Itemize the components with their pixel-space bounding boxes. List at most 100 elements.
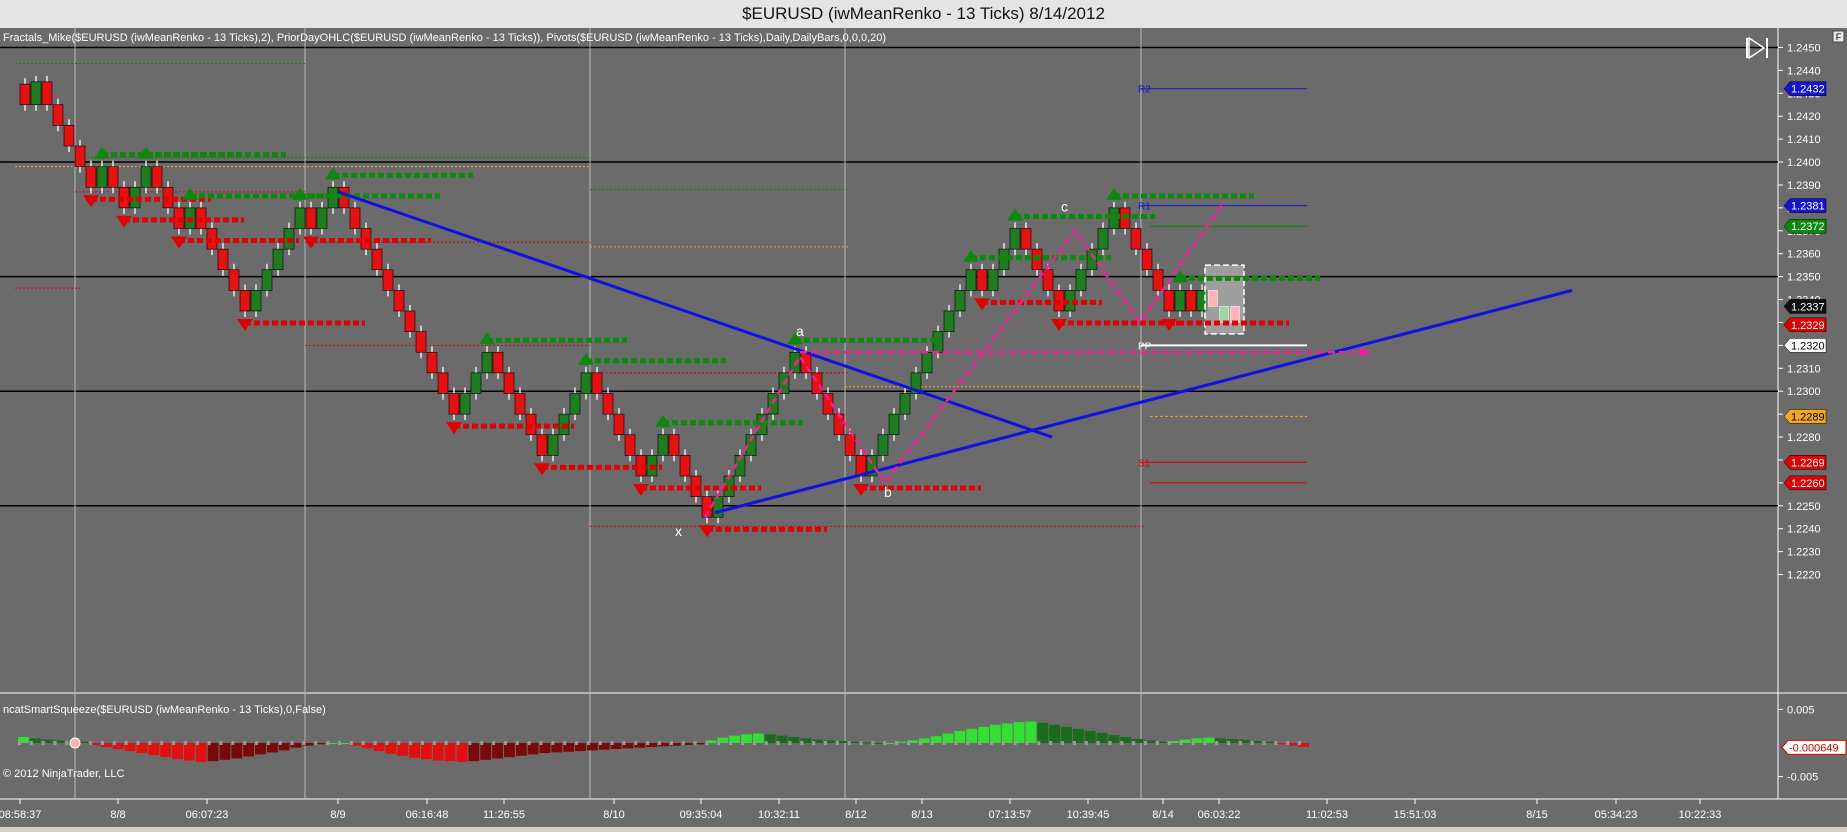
- renko-brick[interactable]: [459, 393, 471, 415]
- renko-brick[interactable]: [481, 351, 493, 374]
- renko-brick[interactable]: [536, 434, 548, 456]
- squeeze-bar: [989, 724, 1001, 743]
- renko-brick[interactable]: [514, 393, 526, 415]
- renko-brick[interactable]: [1130, 228, 1142, 250]
- renko-brick[interactable]: [976, 269, 988, 291]
- renko-brick[interactable]: [503, 372, 515, 394]
- renko-brick[interactable]: [877, 434, 889, 456]
- renko-brick[interactable]: [228, 269, 240, 291]
- squeeze-dot: [776, 741, 780, 745]
- squeeze-dot: [255, 741, 259, 745]
- time-tick-label: 8/15: [1526, 809, 1547, 821]
- price-marker-label: 1.2289: [1791, 411, 1825, 423]
- renko-brick[interactable]: [1097, 228, 1109, 250]
- squeeze-bar: [1025, 721, 1037, 743]
- renko-brick[interactable]: [305, 207, 317, 229]
- renko-brick[interactable]: [624, 434, 636, 456]
- squeeze-dot: [148, 741, 152, 745]
- renko-bricks[interactable]: [19, 75, 1245, 524]
- renko-brick[interactable]: [987, 269, 999, 291]
- renko-brick[interactable]: [602, 393, 614, 415]
- squeeze-dot: [53, 741, 57, 745]
- renko-brick[interactable]: [217, 248, 229, 271]
- renko-brick[interactable]: [569, 393, 581, 415]
- squeeze-bar: [409, 743, 421, 758]
- time-tick-label: 8/8: [110, 809, 125, 821]
- renko-brick[interactable]: [107, 166, 119, 188]
- renko-brick[interactable]: [151, 166, 163, 188]
- renko-brick[interactable]: [448, 393, 460, 415]
- renko-brick[interactable]: [1020, 228, 1032, 250]
- renko-brick[interactable]: [470, 372, 482, 394]
- time-tick-label: 11:26:55: [483, 809, 525, 821]
- renko-brick[interactable]: [668, 434, 680, 456]
- renko-brick[interactable]: [74, 145, 86, 167]
- price-marker-label: 1.2432: [1791, 84, 1825, 96]
- renko-brick[interactable]: [591, 372, 603, 394]
- properties-button[interactable]: F: [1832, 30, 1845, 43]
- renko-brick[interactable]: [899, 393, 911, 415]
- renko-brick[interactable]: [272, 248, 284, 271]
- renko-brick[interactable]: [63, 125, 75, 147]
- renko-brick[interactable]: [965, 269, 977, 291]
- renko-brick[interactable]: [1185, 290, 1197, 312]
- renko-brick[interactable]: [888, 413, 900, 436]
- renko-brick[interactable]: [41, 81, 53, 106]
- renko-brick[interactable]: [712, 496, 724, 518]
- squeeze-bar: [160, 743, 172, 758]
- squeeze-dot: [1061, 741, 1065, 745]
- renko-brick[interactable]: [954, 290, 966, 312]
- renko-brick[interactable]: [943, 310, 955, 332]
- renko-brick[interactable]: [1152, 269, 1164, 291]
- renko-brick[interactable]: [30, 81, 42, 106]
- renko-brick[interactable]: [140, 166, 152, 188]
- renko-brick[interactable]: [393, 290, 405, 312]
- squeeze-bar: [1061, 726, 1072, 743]
- renko-brick[interactable]: [239, 290, 251, 312]
- renko-brick[interactable]: [96, 166, 108, 188]
- renko-brick[interactable]: [1141, 248, 1153, 271]
- properties-button-label: F: [1836, 32, 1842, 42]
- renko-brick[interactable]: [1042, 269, 1054, 291]
- renko-brick[interactable]: [250, 290, 262, 312]
- renko-brick[interactable]: [349, 207, 361, 229]
- renko-brick[interactable]: [261, 269, 273, 291]
- renko-brick[interactable]: [657, 434, 669, 456]
- renko-brick[interactable]: [921, 351, 933, 374]
- renko-brick[interactable]: [19, 83, 31, 106]
- squeeze-dot: [717, 741, 721, 745]
- chart-area[interactable]: R2R1PPS1 xabc 1.24501.24401.24301.24201.…: [0, 28, 1847, 827]
- squeeze-dot: [646, 741, 650, 745]
- renko-brick[interactable]: [371, 248, 383, 271]
- renko-brick[interactable]: [547, 434, 559, 456]
- renko-brick[interactable]: [437, 372, 449, 394]
- price-tick-label: 1.2240: [1787, 524, 1821, 536]
- renko-brick[interactable]: [1163, 290, 1175, 312]
- price-marker-label: 1.2381: [1791, 201, 1825, 213]
- squeeze-dot: [492, 741, 496, 745]
- renko-brick[interactable]: [85, 166, 97, 188]
- squeeze-bar: [183, 743, 195, 761]
- renko-brick[interactable]: [1009, 228, 1021, 250]
- squeeze-dot: [302, 741, 306, 745]
- squeeze-dot: [1120, 741, 1124, 745]
- renko-brick[interactable]: [415, 331, 427, 353]
- renko-brick[interactable]: [404, 310, 416, 332]
- price-marker-label: 1.2260: [1791, 478, 1825, 490]
- renko-brick[interactable]: [833, 413, 845, 436]
- renko-brick[interactable]: [492, 351, 504, 374]
- renko-brick[interactable]: [426, 351, 438, 374]
- renko-brick[interactable]: [52, 104, 64, 126]
- renko-brick[interactable]: [844, 434, 856, 456]
- osc-tick-label: 0.005: [1787, 704, 1815, 716]
- renko-brick[interactable]: [294, 207, 306, 229]
- renko-brick[interactable]: [580, 372, 592, 394]
- renko-brick[interactable]: [1174, 290, 1186, 312]
- renko-brick[interactable]: [1075, 269, 1087, 291]
- squeeze-dot: [812, 741, 816, 745]
- renko-brick[interactable]: [679, 455, 691, 477]
- renko-brick[interactable]: [316, 207, 328, 229]
- squeeze-bar: [1072, 728, 1084, 743]
- renko-brick[interactable]: [382, 269, 394, 291]
- renko-brick[interactable]: [613, 413, 625, 436]
